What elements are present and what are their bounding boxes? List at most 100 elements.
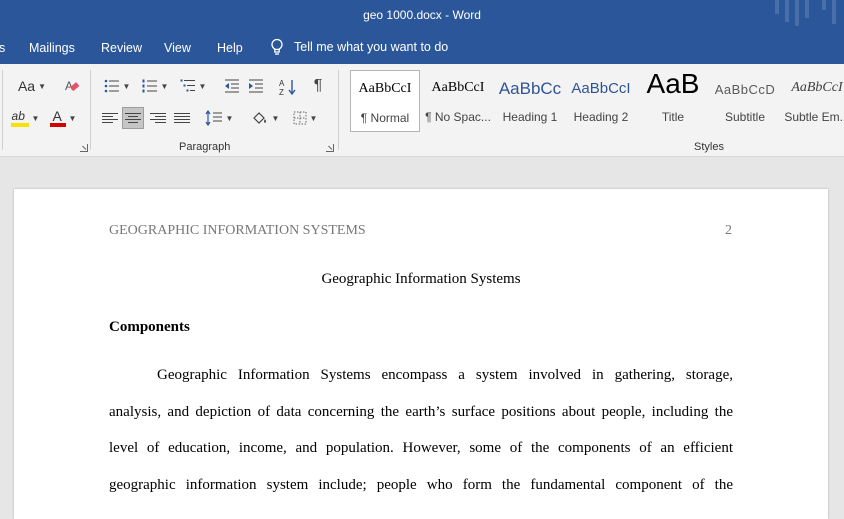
style-heading-2[interactable]: AaBbCcI Heading 2	[566, 70, 636, 132]
svg-text:A: A	[279, 79, 285, 88]
page-header: GEOGRAPHIC INFORMATION SYSTEMS	[109, 223, 366, 238]
page-number: 2	[725, 223, 732, 238]
svg-text:Z: Z	[279, 88, 284, 96]
sort-button[interactable]: A Z	[278, 76, 298, 98]
style-no-spacing[interactable]: AaBbCcI ¶ No Spac...	[423, 70, 493, 132]
lightbulb-icon	[271, 38, 283, 55]
decorative-pattern	[795, 0, 799, 26]
increase-indent-icon	[249, 79, 263, 93]
chevron-down-icon: ▼	[38, 81, 47, 91]
multilevel-list-button[interactable]: ▼	[176, 76, 210, 96]
style-preview: AaBbCcI	[431, 80, 485, 95]
style-preview: AaBbCcD	[714, 82, 776, 97]
chevron-down-icon: ▼	[122, 81, 131, 91]
styles-gallery: AaBbCcI ¶ Normal AaBbCcI ¶ No Spac... Aa…	[347, 68, 844, 136]
tab-review[interactable]: Review	[101, 41, 142, 55]
font-color-button[interactable]: A ▼	[46, 108, 80, 128]
change-case-button[interactable]: Aa ▼	[14, 76, 50, 96]
decorative-pattern	[832, 0, 836, 24]
bullets-button[interactable]: ▼	[100, 76, 134, 96]
numbering-button[interactable]: ▼	[138, 76, 172, 96]
tab-mailings[interactable]: Mailings	[29, 41, 75, 55]
align-right-button[interactable]	[148, 107, 168, 129]
font-color-icon: A	[49, 108, 66, 127]
document-page[interactable]: GEOGRAPHIC INFORMATION SYSTEMS 2 Geograp…	[14, 189, 828, 519]
styles-group-label: Styles	[694, 141, 724, 153]
sort-icon: A Z	[279, 79, 296, 96]
line-spacing-button[interactable]: ▼	[202, 107, 236, 129]
multilevel-list-icon	[180, 79, 195, 92]
style-name: Heading 2	[573, 110, 629, 124]
chevron-down-icon: ▼	[271, 113, 280, 123]
highlight-color-swatch	[10, 123, 29, 127]
ribbon-separator	[338, 70, 339, 150]
style-preview: AaB	[646, 68, 700, 99]
style-name: Subtitle	[724, 110, 766, 124]
style-preview: AaBbCcI	[571, 80, 631, 97]
style-name: Subtle Em...	[784, 110, 844, 124]
style-preview: AaBbCcI	[358, 81, 412, 96]
decrease-indent-icon	[225, 79, 239, 93]
shading-button[interactable]: ▼	[248, 107, 282, 129]
chevron-down-icon: ▼	[31, 113, 40, 123]
align-left-icon	[102, 111, 118, 125]
highlight-color-button[interactable]: ab ▼	[8, 108, 42, 128]
style-name: ¶ No Spac...	[425, 110, 491, 124]
decorative-pattern	[785, 0, 789, 22]
tell-me-label: Tell me what you want to do	[294, 40, 449, 54]
align-center-button[interactable]	[122, 107, 144, 129]
ribbon: Aa ▼ A ab ▼ A ▼ ▼ ▼ ▼ A Z ¶ ▼ ▼ ▼ Paragr…	[0, 64, 844, 157]
tab-view[interactable]: View	[164, 41, 191, 55]
decorative-pattern	[822, 0, 826, 10]
paint-bucket-icon	[252, 112, 266, 124]
document-area[interactable]: GEOGRAPHIC INFORMATION SYSTEMS 2 Geograp…	[0, 157, 844, 519]
paragraph-line: Geographic Information Systems encompass…	[157, 367, 733, 383]
decorative-pattern	[805, 0, 809, 18]
borders-button[interactable]: ▼	[288, 107, 322, 129]
decrease-indent-button[interactable]	[222, 76, 242, 96]
line-spacing-icon	[205, 110, 222, 126]
align-center-icon	[125, 111, 141, 125]
justify-icon	[174, 111, 190, 125]
ribbon-separator	[90, 70, 91, 150]
title-bar: geo 1000.docx - Word	[0, 0, 844, 32]
style-name: Title	[661, 110, 685, 124]
clear-formatting-button[interactable]: A	[62, 76, 82, 96]
increase-indent-button[interactable]	[246, 76, 266, 96]
style-heading-1[interactable]: AaBbCc Heading 1	[495, 70, 565, 132]
chevron-down-icon: ▼	[68, 113, 77, 123]
style-name: ¶ Normal	[360, 111, 410, 125]
paragraph-dialog-launcher[interactable]	[326, 144, 334, 152]
justify-button[interactable]	[172, 107, 192, 129]
borders-icon	[293, 111, 307, 125]
style-subtitle[interactable]: AaBbCcD Subtitle	[710, 70, 780, 132]
numbering-icon	[142, 79, 157, 93]
ribbon-tab-bar: s Mailings Review View Help Tell me what…	[0, 32, 844, 64]
window-title: geo 1000.docx - Word	[363, 8, 481, 22]
pilcrow-icon: ¶	[313, 77, 323, 94]
chevron-down-icon: ▼	[160, 81, 169, 91]
eraser-icon: A	[65, 79, 80, 93]
style-normal[interactable]: AaBbCcI ¶ Normal	[350, 70, 420, 132]
style-subtle-emphasis[interactable]: AaBbCcI Subtle Em...	[782, 70, 844, 132]
show-formatting-button[interactable]: ¶	[308, 76, 328, 96]
font-color-swatch	[49, 123, 66, 127]
highlighter-icon: ab	[10, 109, 29, 127]
highlight-letters: ab	[11, 109, 25, 123]
change-case-label: Aa	[17, 78, 36, 94]
decorative-pattern	[775, 0, 779, 14]
paragraph-line: geographic information system include; p…	[109, 477, 733, 493]
tab-help[interactable]: Help	[217, 41, 243, 55]
style-preview: AaBbCc	[498, 79, 562, 98]
style-title[interactable]: AaB Title	[638, 68, 708, 132]
font-dialog-launcher[interactable]	[80, 144, 88, 152]
tab-partial[interactable]: s	[0, 41, 5, 55]
chevron-down-icon: ▼	[198, 81, 207, 91]
chevron-down-icon: ▼	[309, 113, 318, 123]
style-preview: AaBbCcI	[791, 80, 843, 95]
section-heading: Components	[109, 319, 190, 335]
tell-me-box[interactable]: Tell me what you want to do	[270, 38, 448, 56]
style-name: Heading 1	[502, 110, 558, 124]
align-left-button[interactable]	[100, 107, 120, 129]
font-color-letter: A	[52, 108, 62, 124]
